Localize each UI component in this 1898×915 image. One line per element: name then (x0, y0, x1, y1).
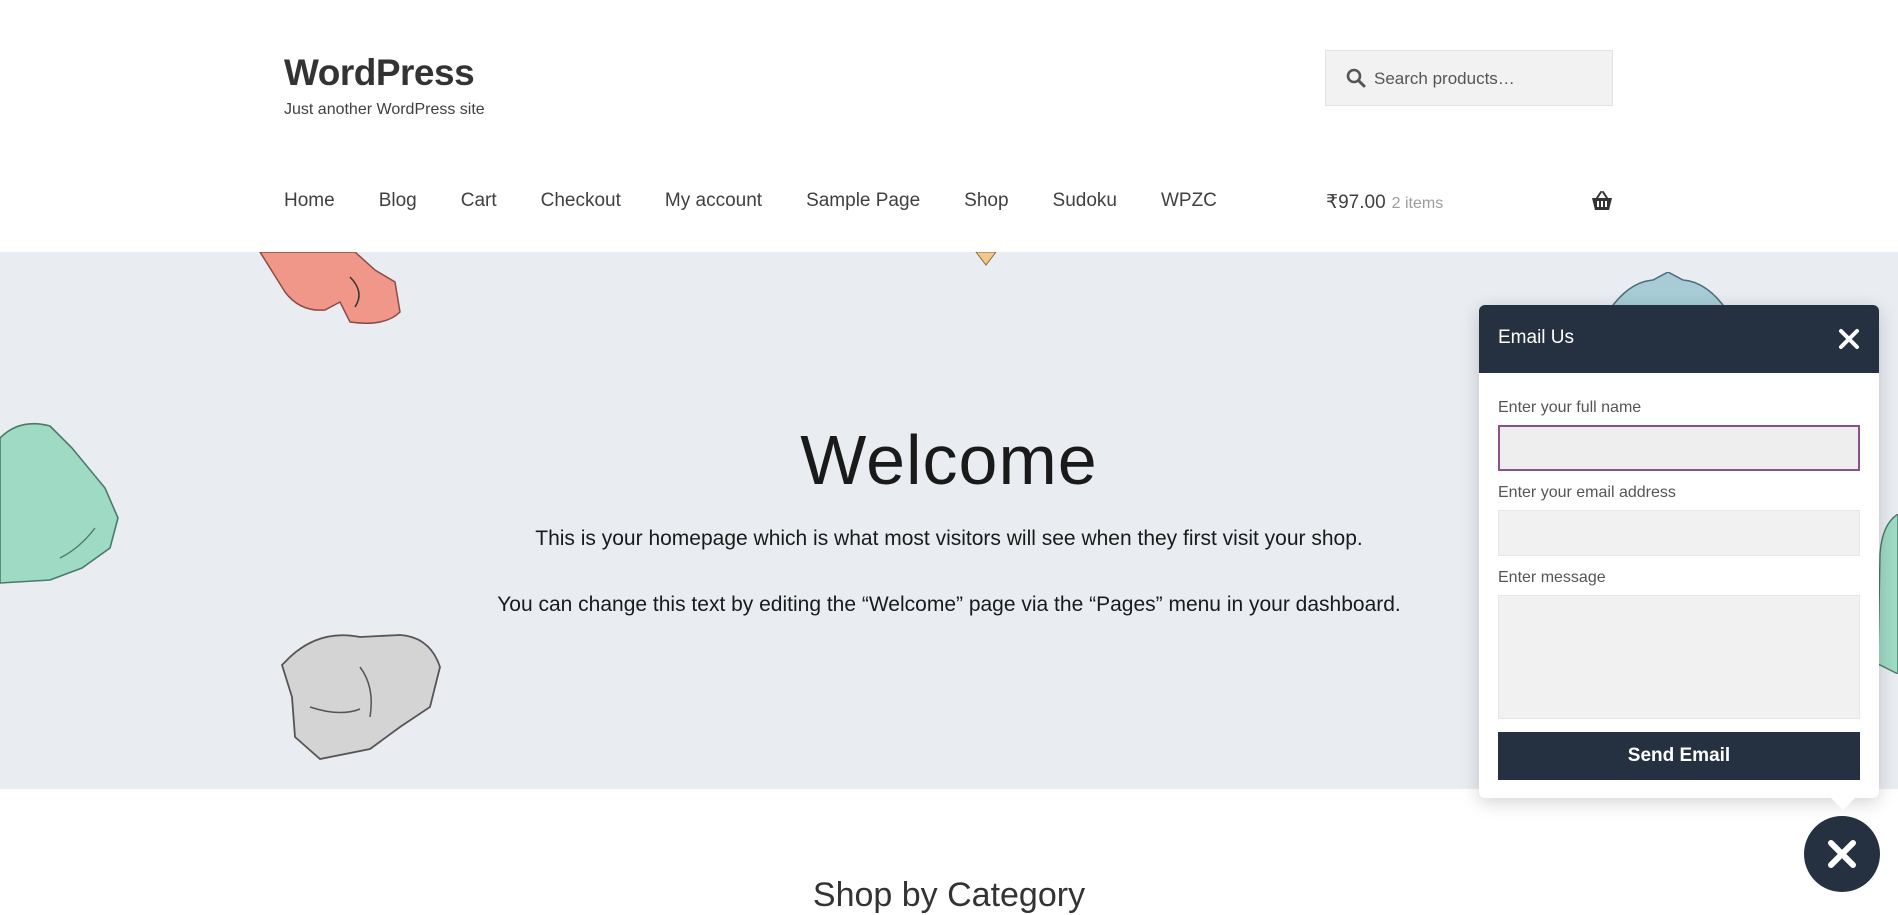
site-tagline: Just another WordPress site (284, 101, 485, 118)
red-hoodie-illustration (259, 252, 401, 324)
nav-item-sample-page[interactable]: Sample Page (806, 190, 920, 218)
grey-hoodie-illustration (280, 634, 441, 760)
product-search[interactable] (1325, 50, 1613, 107)
panel-pointer (1831, 798, 1855, 810)
message-label: Enter message (1498, 569, 1606, 586)
close-icon[interactable] (1837, 327, 1861, 351)
email-address-label: Enter your email address (1498, 484, 1676, 501)
email-us-panel: Email Us Enter your full name Enter your… (1479, 305, 1879, 810)
cart-item-count: 2 items (1391, 195, 1444, 212)
cart-summary[interactable]: ₹97.00 2 items (1326, 191, 1443, 214)
email-toggle-button[interactable] (1804, 816, 1880, 892)
email-panel-header: Email Us (1479, 305, 1879, 373)
site-header: WordPress Just another WordPress site Ho… (0, 0, 1898, 252)
nav-item-wpzc[interactable]: WPZC (1161, 190, 1217, 218)
site-title[interactable]: WordPress (284, 52, 475, 94)
shop-by-category-heading: Shop by Category (812, 876, 1086, 914)
nav-item-checkout[interactable]: Checkout (541, 190, 621, 218)
nav-item-shop[interactable]: Shop (964, 190, 1008, 218)
full-name-input[interactable] (1498, 425, 1860, 471)
email-address-input[interactable] (1498, 510, 1860, 556)
full-name-label: Enter your full name (1498, 399, 1642, 416)
search-input[interactable] (1372, 51, 1606, 107)
cart-total: ₹97.00 (1326, 192, 1386, 213)
close-icon (1828, 840, 1856, 868)
nav-item-my-account[interactable]: My account (665, 190, 762, 218)
nav-item-home[interactable]: Home (284, 190, 335, 218)
primary-navigation: Home Blog Cart Checkout My account Sampl… (284, 190, 1261, 218)
send-email-button[interactable]: Send Email (1498, 732, 1860, 780)
nav-item-blog[interactable]: Blog (379, 190, 417, 218)
search-icon (1346, 68, 1366, 88)
nav-item-cart[interactable]: Cart (461, 190, 497, 218)
small-item-illustration (975, 252, 997, 266)
message-textarea[interactable] (1498, 595, 1860, 719)
nav-item-sudoku[interactable]: Sudoku (1053, 190, 1117, 218)
basket-icon[interactable] (1590, 190, 1614, 212)
email-panel-title: Email Us (1498, 327, 1575, 348)
